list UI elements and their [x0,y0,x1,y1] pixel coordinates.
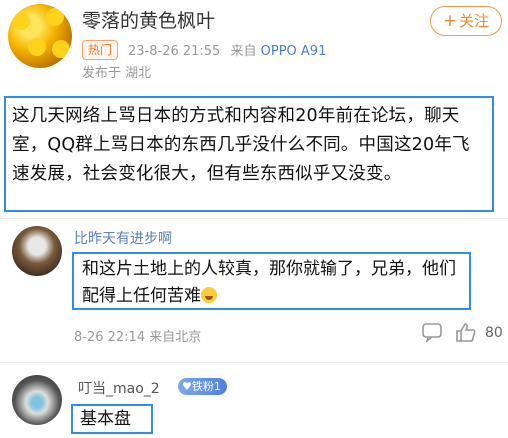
comment-author-name[interactable]: 比昨天有进步啊 [74,228,172,248]
post-meta: 23-8-26 21:55 来自 OPPO A91 [128,40,326,59]
comment-avatar[interactable] [12,375,62,425]
comment-text-content: 和这片土地上的人较真，那你就输了，兄弟，他们配得上任何苦难 [82,259,456,306]
follow-button[interactable]: + 关注 [430,6,502,36]
hot-badge: 热门 [82,40,119,60]
comment-text: 和这片土地上的人较真，那你就输了，兄弟，他们配得上任何苦难 [72,252,471,310]
plus-icon: + [442,11,458,31]
divider [0,218,508,219]
comment-avatar[interactable] [12,226,62,276]
post-datetime: 23-8-26 21:55 [128,44,221,59]
heart-icon: ♥ [182,380,192,393]
comment-icon[interactable] [421,322,443,342]
laughing-crying-emoji-icon [201,287,217,303]
post-author-name[interactable]: 零落的黄色枫叶 [82,6,215,33]
fan-badge: ♥铁粉1 [178,378,227,395]
fan-badge-label: 铁粉1 [191,380,221,393]
follow-label: 关注 [459,12,490,30]
divider [0,362,508,363]
post-from-label: 来自 [230,44,257,59]
post-device[interactable]: OPPO A91 [261,44,327,59]
comment-author-name[interactable]: 叮当_mao_2 [78,378,160,398]
comment-text: 基本盘 [71,404,153,434]
post-body-text: 这几天网络上骂日本的方式和内容和20年前在论坛，聊天室，QQ群上骂日本的东西几乎… [4,96,494,212]
comment-meta: 8-26 22:14 来自北京 [74,330,202,345]
post-author-avatar[interactable] [8,4,72,68]
post-location: 发布于 湖北 [82,66,152,81]
like-count: 80 [485,325,503,341]
thumbs-up-icon[interactable] [455,322,477,342]
